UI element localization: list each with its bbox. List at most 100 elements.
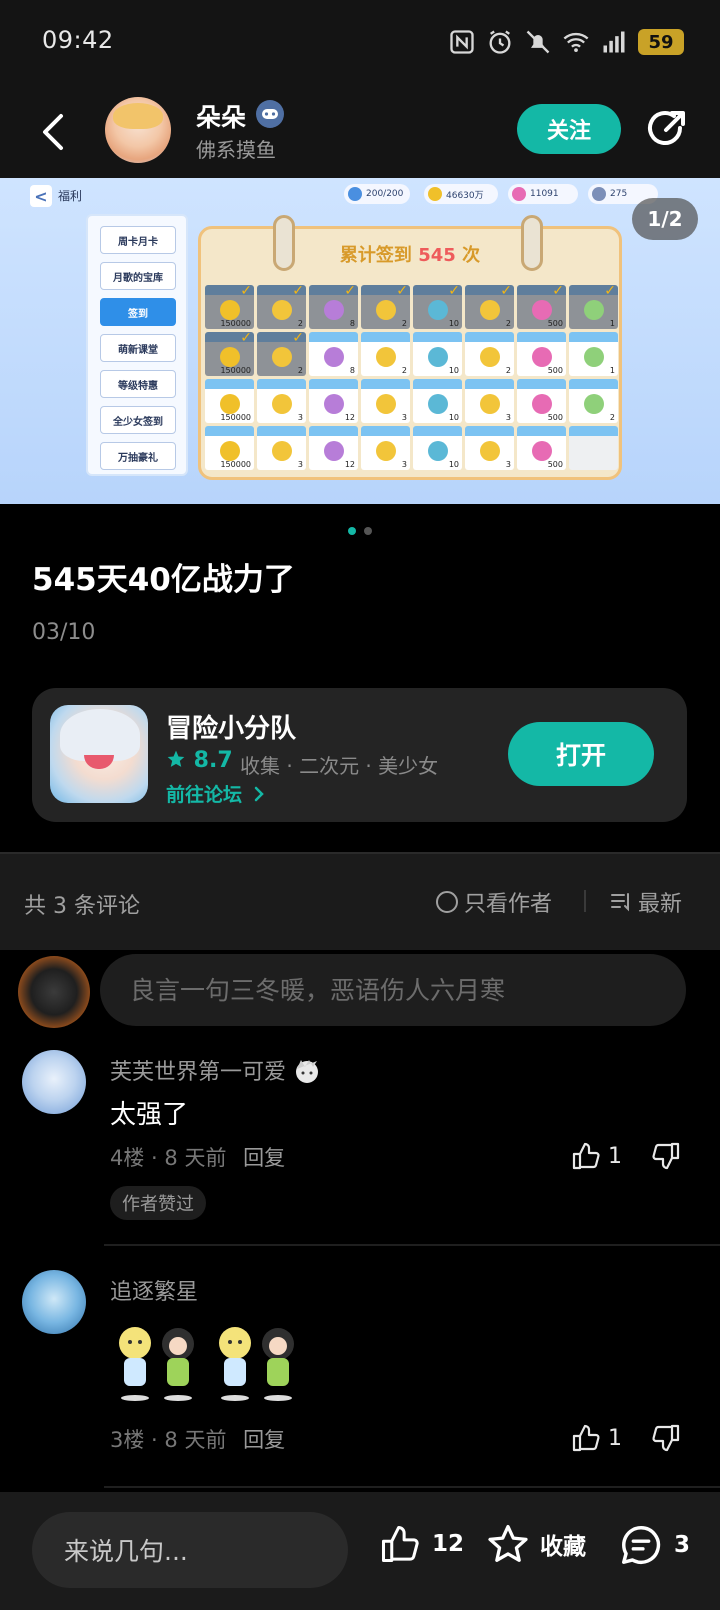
mute-icon bbox=[526, 30, 550, 54]
like-post-button[interactable]: 12 bbox=[378, 1522, 464, 1566]
check-icon: ✓ bbox=[396, 283, 408, 299]
calendar-cell: 3 bbox=[257, 379, 306, 423]
reward-amount: 2 bbox=[505, 319, 511, 328]
calendar-cell: 500 bbox=[517, 379, 566, 423]
share-icon bbox=[648, 111, 685, 145]
calendar-title: 累计签到 545 次 bbox=[339, 245, 481, 266]
reward-icon bbox=[584, 394, 604, 414]
post-image-carousel[interactable]: < 福利 200/200 46630万 11091 275 1/2 周卡月卡 月… bbox=[0, 178, 720, 504]
follow-button[interactable]: 关注 bbox=[517, 104, 621, 154]
carousel-dot-active bbox=[348, 527, 356, 535]
calendar-cell: 500 bbox=[517, 332, 566, 376]
reward-icon bbox=[584, 300, 604, 320]
game-section-label: 福利 bbox=[58, 189, 83, 203]
comment-item: 追逐繁星 3楼 · 8 天前 回复 1 bbox=[0, 1268, 720, 1468]
reply-button[interactable]: 回复 bbox=[243, 1146, 285, 1170]
reward-icon bbox=[220, 347, 240, 367]
reward-icon bbox=[272, 300, 292, 320]
my-avatar[interactable] bbox=[18, 956, 90, 1028]
header-separator bbox=[584, 890, 586, 912]
comments-button[interactable]: 3 bbox=[618, 1522, 690, 1568]
comment-item: 芙芙世界第一可爱 太强了 4楼 · 8 天前 回复 1 作者赞过 bbox=[0, 1048, 720, 1220]
reward-amount: 3 bbox=[401, 413, 407, 422]
game-name[interactable]: 冒险小分队 bbox=[166, 708, 296, 745]
reward-amount: 3 bbox=[505, 413, 511, 422]
reward-icon bbox=[532, 347, 552, 367]
calendar-cell: 500 ✓ bbox=[517, 283, 566, 329]
check-icon: ✓ bbox=[552, 283, 564, 299]
chevron-left-icon bbox=[43, 114, 63, 150]
reward-amount: 10 bbox=[448, 366, 459, 375]
reward-icon bbox=[480, 441, 500, 461]
thumbs-up-icon bbox=[572, 1424, 600, 1452]
author-avatar[interactable] bbox=[105, 97, 171, 163]
check-icon: ✓ bbox=[344, 283, 356, 299]
calendar-cell: 500 bbox=[517, 426, 566, 470]
commenter-name[interactable]: 追逐繁星 bbox=[110, 1274, 198, 1306]
reward-icon bbox=[376, 441, 396, 461]
check-icon: ✓ bbox=[292, 330, 304, 346]
reward-amount: 12 bbox=[344, 460, 355, 469]
reward-icon bbox=[532, 300, 552, 320]
comment-input-row bbox=[0, 952, 720, 1032]
comment-input[interactable] bbox=[100, 954, 686, 1026]
reward-amount: 2 bbox=[297, 319, 303, 328]
game-app-icon[interactable] bbox=[50, 705, 148, 803]
calendar-cell: 2 ✓ bbox=[465, 283, 514, 329]
reward-amount: 8 bbox=[349, 366, 355, 375]
radio-circle-icon bbox=[436, 891, 458, 913]
commenter-avatar[interactable] bbox=[22, 1050, 86, 1114]
dislike-button[interactable] bbox=[650, 1422, 682, 1458]
reward-icon bbox=[376, 394, 396, 414]
reward-amount: 500 bbox=[547, 413, 563, 422]
back-button[interactable] bbox=[30, 104, 76, 160]
commenter-name[interactable]: 芙芙世界第一可爱 bbox=[110, 1054, 321, 1086]
star-outline-icon bbox=[488, 1524, 528, 1562]
like-button[interactable]: 1 bbox=[570, 1422, 622, 1454]
comment-meta: 4楼 · 8 天前 回复 bbox=[110, 1146, 286, 1170]
game-tags: 收集 · 二次元 · 美少女 bbox=[240, 754, 439, 778]
reward-amount: 150000 bbox=[220, 366, 251, 375]
star-icon bbox=[167, 750, 185, 767]
commenter-avatar[interactable] bbox=[22, 1270, 86, 1334]
bottom-comment-input[interactable]: 来说几句... bbox=[32, 1512, 348, 1588]
share-button[interactable] bbox=[640, 102, 694, 156]
only-author-toggle[interactable]: 只看作者 bbox=[436, 886, 552, 918]
game-top-bar: < 福利 200/200 46630万 11091 275 bbox=[0, 178, 720, 208]
calendar-cell: 3 bbox=[361, 379, 410, 423]
calendar-cell: 3 bbox=[361, 426, 410, 470]
gem-pill: 11091 bbox=[508, 184, 578, 204]
calendar-cell: 2 bbox=[569, 379, 618, 423]
game-rating: 8.7 bbox=[166, 748, 233, 773]
reward-icon bbox=[324, 394, 344, 414]
reward-amount: 3 bbox=[505, 460, 511, 469]
reward-icon bbox=[324, 300, 344, 320]
nfc-icon bbox=[450, 30, 474, 54]
game-card[interactable]: 冒险小分队 8.7 收集 · 二次元 · 美少女 前往论坛 打开 bbox=[32, 688, 687, 822]
reward-amount: 1 bbox=[609, 366, 615, 375]
carousel-dot bbox=[364, 527, 372, 535]
reward-icon bbox=[428, 300, 448, 320]
forum-link[interactable]: 前往论坛 bbox=[166, 780, 265, 807]
menu-item: 月歌的宝库 bbox=[100, 262, 176, 290]
author-liked-badge: 作者赞过 bbox=[110, 1186, 206, 1220]
game-back-icon: < bbox=[30, 185, 52, 207]
reward-amount: 500 bbox=[547, 460, 563, 469]
calendar-cell: 1 ✓ bbox=[569, 283, 618, 329]
reward-amount: 150000 bbox=[220, 460, 251, 469]
dislike-button[interactable] bbox=[650, 1140, 682, 1176]
reward-icon bbox=[480, 300, 500, 320]
status-bar: 09:42 59 bbox=[0, 0, 720, 86]
calendar-cell: 3 bbox=[257, 426, 306, 470]
sort-button[interactable]: 最新 bbox=[610, 886, 682, 918]
open-game-button[interactable]: 打开 bbox=[508, 722, 654, 786]
reward-icon bbox=[480, 394, 500, 414]
reward-amount: 12 bbox=[344, 413, 355, 422]
reply-button[interactable]: 回复 bbox=[243, 1428, 285, 1452]
like-button[interactable]: 1 bbox=[570, 1140, 622, 1172]
author-name[interactable]: 朵朵 bbox=[196, 98, 246, 134]
sticker-image[interactable] bbox=[110, 1318, 310, 1408]
author-subtitle: 佛系摸鱼 bbox=[196, 138, 276, 162]
collect-button[interactable]: 收藏 bbox=[486, 1522, 586, 1566]
comment-text: 太强了 bbox=[110, 1100, 189, 1130]
